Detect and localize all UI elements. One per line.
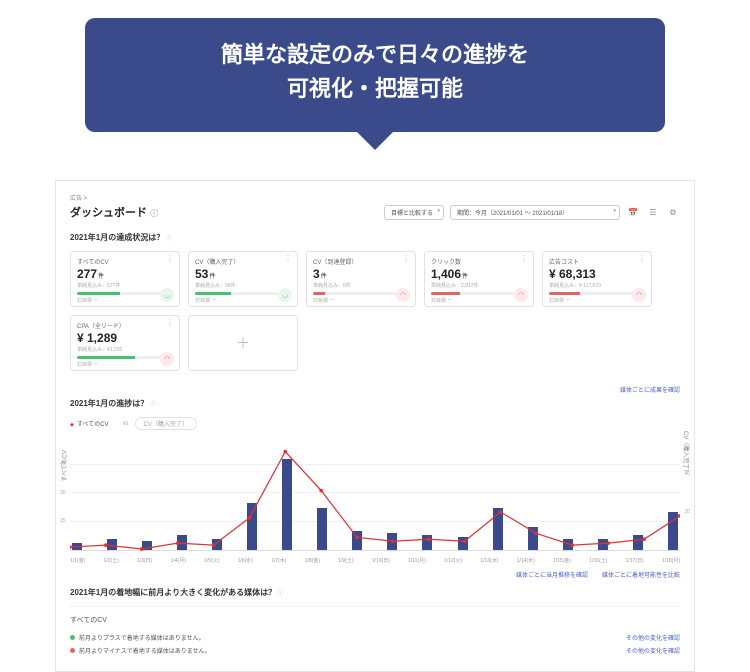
x-tick: 1/16(土) — [589, 557, 607, 564]
kpi-card[interactable]: ⋮ クリック数 1,406件 単純見込み：2,812件 対目標 ー ◠ — [424, 251, 534, 307]
card-menu-icon[interactable]: ⋮ — [402, 256, 410, 262]
diag-text: 前月よりプラスで着地する媒体はありません。 — [79, 633, 205, 642]
minus-dot-icon — [70, 648, 75, 653]
x-tick: 1/14(木) — [517, 557, 535, 564]
card-progress-bar — [549, 292, 645, 295]
banner-line2: 可視化・把握可能 — [109, 72, 641, 106]
y-axis-right-label: CV（購入完了） — [682, 431, 691, 475]
x-tick: 1/13(水) — [480, 557, 498, 564]
x-tick: 1/18(月) — [662, 557, 680, 564]
compare-select[interactable]: 目標と比較する — [384, 205, 444, 220]
diag-link[interactable]: その他の変化を確認 — [626, 646, 680, 655]
plus-dot-icon — [70, 635, 75, 640]
status-question: 2021年1月の達成状況は？ — [70, 232, 680, 243]
info-icon[interactable]: ⓘ — [150, 209, 158, 218]
chart-tabs: すべてのCV vs CV（購入完了） — [70, 417, 680, 430]
card-value: 1,406件 — [431, 267, 527, 281]
add-card-button[interactable]: ＋ — [188, 315, 298, 371]
card-sub: 単純見込み：96件 — [195, 282, 291, 289]
x-tick: 1/15(金) — [553, 557, 571, 564]
tab-all-cv[interactable]: すべてのCV — [70, 418, 117, 429]
x-tick: 1/4(月) — [171, 557, 186, 564]
x-axis: 1/1(金) 1/2(土) 1/3(日) 1/4(月) 1/5(火) 1/6(水) 1/7(… — [70, 555, 680, 564]
diag-link[interactable]: その他の変化を確認 — [626, 633, 680, 642]
diag-row: 前月よりマイナスで着地する媒体はありません。 その他の変化を確認 — [70, 644, 680, 657]
x-tick: 1/9(土) — [338, 557, 353, 564]
card-compare: 対目標 ー — [313, 297, 409, 304]
banner-line1: 簡単な設定のみで日々の進捗を — [109, 38, 641, 72]
card-menu-icon[interactable]: ⋮ — [166, 256, 174, 262]
data-icon[interactable]: ☰ — [646, 206, 660, 220]
card-compare: 対目標 ー — [77, 297, 173, 304]
card-menu-icon[interactable]: ⋮ — [166, 320, 174, 326]
card-progress-bar — [195, 292, 291, 295]
x-tick: 1/5(火) — [204, 557, 219, 564]
card-compare: 対目標 ー — [549, 297, 645, 304]
x-tick: 1/17(日) — [626, 557, 644, 564]
period-select[interactable]: 期間：今月（2021/01/01 〜 2021/01/18） — [450, 205, 620, 220]
card-progress-bar — [77, 292, 173, 295]
link-media-compare[interactable]: 媒体ごとに当月推移を確認 — [516, 570, 588, 579]
page-title: ダッシュボード ⓘ — [70, 204, 158, 220]
x-tick: 1/8(金) — [305, 557, 320, 564]
card-value: 3件 — [313, 267, 409, 281]
card-menu-icon[interactable]: ⋮ — [520, 256, 528, 262]
card-label: すべてのCV — [77, 257, 173, 266]
diag-question: 2021年1月の着地幅に前月より大きく変化がある媒体は？ — [70, 587, 680, 598]
progress-chart: すべてのCV CV（購入完了） 1530452040 — [70, 436, 680, 551]
diag-text: 前月よりマイナスで着地する媒体はありません。 — [79, 646, 211, 655]
x-tick: 1/7(木) — [271, 557, 286, 564]
card-label: 広告コスト — [549, 257, 645, 266]
dashboard-screenshot: 広告 > ダッシュボード ⓘ 目標と比較する 期間：今月（2021/01/01 … — [55, 180, 695, 672]
kpi-cards: ⋮ すべてのCV 277件 単純見込み：577件 対目標 ー ◡⋮ CV（購入完… — [70, 251, 680, 371]
card-compare: 対目標 ー — [431, 297, 527, 304]
x-tick: 1/10(日) — [372, 557, 390, 564]
card-value: ¥ 1,289 — [77, 331, 173, 345]
card-label: CPA（全リード） — [77, 321, 173, 330]
card-label: クリック数 — [431, 257, 527, 266]
card-progress-bar — [431, 292, 527, 295]
tab-cv-purchase[interactable]: CV（購入完了） — [135, 417, 197, 430]
progress-question: 2021年1月の進捗は？ — [70, 398, 680, 409]
x-tick: 1/11(月) — [408, 557, 426, 564]
x-tick: 1/2(土) — [104, 557, 119, 564]
card-value: 53件 — [195, 267, 291, 281]
card-sub: 単純見込み：6件 — [313, 282, 409, 289]
card-value: ¥ 68,313 — [549, 267, 645, 281]
tab-separator: vs — [123, 421, 129, 427]
card-sub: 単純見込み：2,812件 — [431, 282, 527, 289]
breadcrumb[interactable]: 広告 > — [70, 193, 158, 202]
card-menu-icon[interactable]: ⋮ — [638, 256, 646, 262]
card-sub: 単純見込み：¥1,220 — [77, 346, 173, 353]
kpi-card[interactable]: ⋮ 広告コスト ¥ 68,313 単純見込み：¥ 117,670 対目標 ー ◠ — [542, 251, 652, 307]
x-tick: 1/6(水) — [238, 557, 253, 564]
kpi-card[interactable]: ⋮ CV（購入完了） 53件 単純見込み：96件 対目標 ー ◡ — [188, 251, 298, 307]
card-label: CV（到達登録） — [313, 257, 409, 266]
card-menu-icon[interactable]: ⋮ — [284, 256, 292, 262]
settings-icon[interactable]: ⚙ — [666, 206, 680, 220]
calendar-icon[interactable]: 📅 — [626, 206, 640, 220]
x-tick: 1/3(日) — [137, 557, 152, 564]
card-value: 277件 — [77, 267, 173, 281]
link-media-landing[interactable]: 媒体ごとに着地可能性を比較 — [602, 570, 680, 579]
card-progress-bar — [77, 356, 173, 359]
promo-banner: 簡単な設定のみで日々の進捗を 可視化・把握可能 — [85, 18, 665, 132]
kpi-card[interactable]: ⋮ すべてのCV 277件 単純見込み：577件 対目標 ー ◡ — [70, 251, 180, 307]
page-header: 広告 > ダッシュボード ⓘ 目標と比較する 期間：今月（2021/01/01 … — [70, 191, 680, 228]
kpi-card[interactable]: ⋮ CV（到達登録） 3件 単純見込み：6件 対目標 ー ◠ — [306, 251, 416, 307]
card-sub: 単純見込み：577件 — [77, 282, 173, 289]
card-sub: 単純見込み：¥ 117,670 — [549, 282, 645, 289]
diag-head: すべてのCV — [70, 615, 680, 625]
link-media-results[interactable]: 媒体ごとに成果を確認 — [620, 388, 680, 394]
kpi-card[interactable]: ⋮ CPA（全リード） ¥ 1,289 単純見込み：¥1,220 対目標 ー ◠ — [70, 315, 180, 371]
x-tick: 1/12(火) — [444, 557, 462, 564]
card-label: CV（購入完了） — [195, 257, 291, 266]
card-compare: 対目標 ー — [77, 361, 173, 368]
x-tick: 1/1(金) — [70, 557, 85, 564]
diag-row: 前月よりプラスで着地する媒体はありません。 その他の変化を確認 — [70, 631, 680, 644]
card-compare: 対目標 ー — [195, 297, 291, 304]
card-progress-bar — [313, 292, 409, 295]
